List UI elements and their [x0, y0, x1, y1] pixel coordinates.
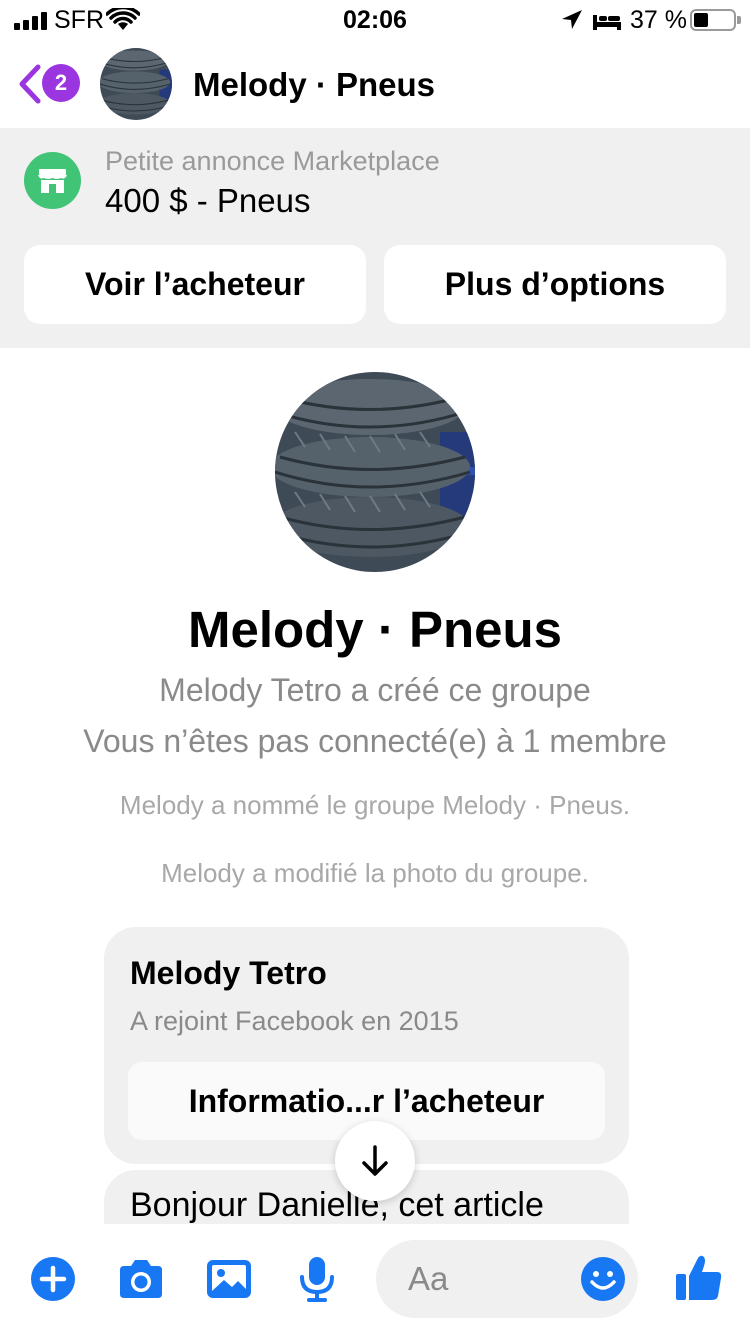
microphone-icon[interactable]	[292, 1254, 342, 1304]
thumbs-up-icon[interactable]	[674, 1252, 724, 1304]
back-button[interactable]: 2	[16, 64, 80, 104]
battery-icon	[690, 9, 741, 31]
group-avatar-small[interactable]	[100, 48, 172, 120]
plus-icon[interactable]	[28, 1254, 78, 1304]
emoji-icon[interactable]	[580, 1256, 626, 1302]
buyer-name: Melody Tetro	[130, 955, 327, 991]
group-created-info: Melody Tetro a créé ce groupe	[159, 672, 591, 708]
battery-percent: 37 %	[630, 6, 687, 34]
message-placeholder: Aa	[408, 1260, 449, 1297]
composer-bar: Aa	[0, 1224, 750, 1334]
connection-info: Vous n’êtes pas connecté(e) à 1 membre	[83, 723, 667, 759]
arrow-down-icon	[362, 1145, 388, 1176]
marketplace-banner: Petite annonce Marketplace 400 $ - Pneus…	[0, 128, 750, 348]
storefront-icon	[24, 152, 81, 209]
more-options-button[interactable]: Plus d’options	[384, 245, 726, 324]
message-text: Bonjour Danielle, cet article	[130, 1186, 544, 1224]
listing-subtitle: Petite annonce Marketplace	[105, 146, 440, 176]
listing-title[interactable]: 400 $ - Pneus	[105, 182, 310, 220]
unread-badge: 2	[42, 64, 80, 102]
chat-header: 2 Melody · Pneus	[0, 40, 750, 128]
location-icon	[562, 10, 582, 29]
bed-icon	[593, 15, 621, 30]
group-avatar[interactable]	[275, 372, 475, 572]
view-buyer-button[interactable]: Voir l’acheteur	[24, 245, 366, 324]
buyer-joined: A rejoint Facebook en 2015	[130, 1006, 459, 1036]
chat-title[interactable]: Melody · Pneus	[193, 66, 435, 104]
camera-icon[interactable]	[116, 1254, 166, 1304]
image-icon[interactable]	[204, 1254, 254, 1304]
status-bar: SFR 02:06 37 %	[0, 0, 750, 40]
group-name: Melody · Pneus	[187, 601, 563, 658]
photo-change-event: Melody a modifié la photo du groupe.	[161, 858, 589, 888]
message-input[interactable]: Aa	[376, 1240, 638, 1318]
rename-event: Melody a nommé le groupe Melody · Pneus.	[119, 790, 631, 820]
scroll-to-bottom-button[interactable]	[335, 1121, 415, 1201]
